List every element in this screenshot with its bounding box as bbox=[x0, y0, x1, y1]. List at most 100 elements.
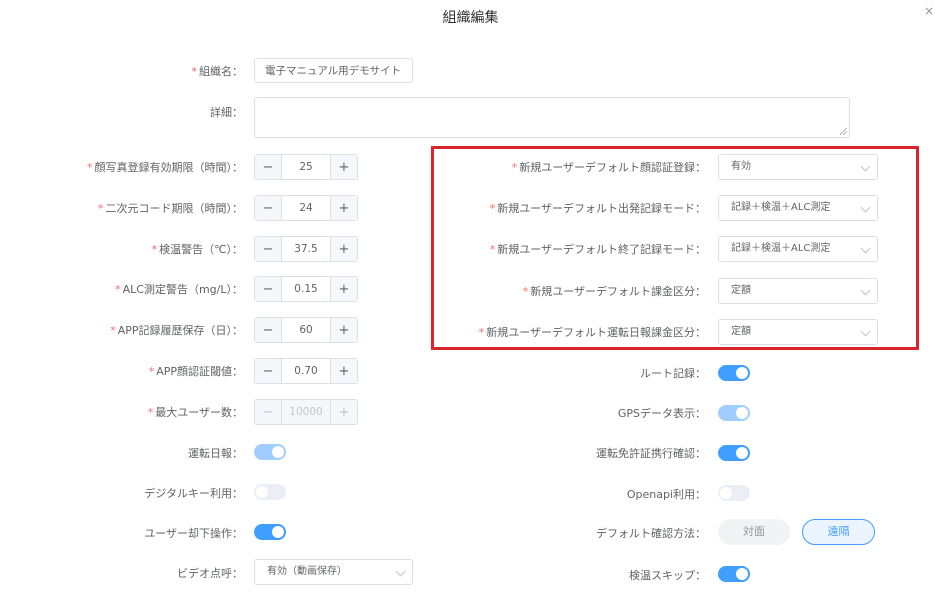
decrement-button[interactable]: − bbox=[255, 237, 282, 261]
stepper-value[interactable]: 24 bbox=[282, 196, 330, 220]
user-reject-label: ユーザー却下操作： bbox=[144, 527, 243, 540]
increment-button[interactable]: + bbox=[330, 155, 357, 179]
confirm-method-option-in-person[interactable]: 対面 bbox=[718, 519, 790, 545]
openapi-label: Openapi利用： bbox=[626, 488, 706, 501]
toggle-knob bbox=[736, 447, 748, 459]
openapi-toggle bbox=[718, 485, 750, 501]
required-mark: * bbox=[98, 202, 104, 215]
app-record-retention-stepper[interactable]: − 60 + bbox=[254, 317, 358, 343]
confirm-method-option-remote[interactable]: 遠隔 bbox=[802, 519, 875, 545]
increment-button[interactable]: + bbox=[330, 359, 357, 383]
max-users-label-text: 最大ユーザー数： bbox=[155, 406, 243, 419]
select-value: 記録＋検温＋ALC測定 bbox=[731, 243, 831, 254]
video-call-select[interactable]: 有効（動画保存） bbox=[254, 559, 413, 585]
temp-warning-label-text: 検温警告（℃）： bbox=[159, 243, 243, 256]
decrement-button[interactable]: − bbox=[255, 277, 282, 301]
required-mark: * bbox=[522, 285, 529, 298]
toggle-knob bbox=[720, 487, 732, 499]
increment-button[interactable]: + bbox=[330, 196, 357, 220]
dialog-title: 組織編集 bbox=[442, 10, 499, 26]
toggle-knob bbox=[272, 526, 284, 538]
default-face-auth-label-text: 新規ユーザーデフォルト顔認証登録： bbox=[519, 161, 706, 174]
toggle-knob bbox=[736, 568, 748, 580]
chevron-down-icon bbox=[860, 285, 871, 296]
stepper-value[interactable]: 25 bbox=[282, 155, 330, 179]
default-end-mode-label: * 新規ユーザーデフォルト終了記録モード： bbox=[490, 241, 706, 257]
decrement-button[interactable]: − bbox=[255, 155, 282, 179]
default-report-billing-label-text: 新規ユーザーデフォルト運転日報課金区分： bbox=[486, 326, 706, 339]
stepper-value[interactable]: 0.70 bbox=[282, 359, 330, 383]
select-value: 有効（動画保存） bbox=[267, 566, 347, 577]
details-label: 詳細： bbox=[210, 104, 243, 120]
required-mark: * bbox=[147, 406, 154, 419]
default-face-auth-select[interactable]: 有効 bbox=[718, 154, 878, 180]
required-mark: * bbox=[191, 65, 198, 78]
chevron-down-icon bbox=[860, 326, 871, 337]
max-users-stepper: − 10000 + bbox=[254, 399, 358, 425]
default-departure-mode-label: * 新規ユーザーデフォルト出発記録モード： bbox=[490, 200, 706, 216]
alc-warning-stepper[interactable]: − 0.15 + bbox=[254, 276, 358, 302]
chevron-down-icon bbox=[860, 161, 871, 172]
org-name-input[interactable]: 電子マニュアル用デモサイト bbox=[254, 58, 413, 83]
digital-key-toggle bbox=[254, 484, 286, 500]
increment-button: + bbox=[330, 400, 357, 424]
qr-expiry-label: * 二次元コード期限（時間）： bbox=[98, 200, 243, 216]
driving-report-toggle bbox=[254, 444, 286, 460]
app-face-threshold-stepper[interactable]: − 0.70 + bbox=[254, 358, 358, 384]
temp-skip-label: 検温スキップ： bbox=[629, 569, 706, 582]
stepper-value[interactable]: 37.5 bbox=[282, 237, 330, 261]
chevron-down-icon bbox=[860, 202, 871, 213]
gps-display-label: GPSデータ表示： bbox=[617, 407, 706, 420]
face-photo-expiry-label: * 顔写真登録有効期限（時間）： bbox=[87, 159, 243, 175]
org-name-label-text: 組織名： bbox=[199, 65, 243, 78]
video-call-label: ビデオ点呼： bbox=[177, 567, 243, 580]
decrement-button: − bbox=[255, 400, 282, 424]
alc-warning-label-text: ALC測定警告（mg/L）： bbox=[122, 283, 243, 296]
decrement-button[interactable]: − bbox=[255, 318, 282, 342]
temp-skip-toggle[interactable] bbox=[718, 566, 750, 582]
default-end-mode-select[interactable]: 記録＋検温＋ALC測定 bbox=[718, 236, 878, 262]
stepper-value: 10000 bbox=[289, 406, 323, 418]
max-users-label: * 最大ユーザー数： bbox=[148, 404, 243, 420]
default-report-billing-select[interactable]: 定額 bbox=[718, 319, 878, 345]
decrement-button[interactable]: − bbox=[255, 196, 282, 220]
select-value: 記録＋検温＋ALC測定 bbox=[731, 202, 831, 213]
close-icon[interactable]: × bbox=[924, 4, 934, 18]
toggle-knob bbox=[256, 486, 268, 498]
route-record-toggle[interactable] bbox=[718, 365, 750, 381]
user-reject-toggle[interactable] bbox=[254, 524, 286, 540]
gps-display-toggle bbox=[718, 405, 750, 421]
app-record-retention-label-text: APP記録履歴保存（日）： bbox=[117, 324, 243, 337]
chevron-down-icon bbox=[395, 566, 406, 577]
route-record-label: ルート記録： bbox=[640, 367, 706, 380]
select-value: 有効 bbox=[731, 161, 751, 172]
stepper-value[interactable]: 0.15 bbox=[282, 277, 330, 301]
face-photo-expiry-stepper[interactable]: − 25 + bbox=[254, 154, 358, 180]
stepper-value[interactable]: 60 bbox=[282, 318, 330, 342]
required-mark: * bbox=[148, 365, 155, 378]
org-name-label: * 組織名： bbox=[192, 63, 244, 79]
decrement-button[interactable]: − bbox=[255, 359, 282, 383]
toggle-knob bbox=[272, 446, 284, 458]
required-mark: * bbox=[489, 202, 496, 215]
resize-handle-icon[interactable] bbox=[840, 128, 847, 135]
app-record-retention-label: * APP記録履歴保存（日）： bbox=[110, 322, 243, 338]
chevron-down-icon bbox=[860, 243, 871, 254]
details-textarea[interactable] bbox=[254, 97, 850, 138]
increment-button[interactable]: + bbox=[330, 277, 357, 301]
select-value: 定額 bbox=[731, 326, 751, 337]
required-mark: * bbox=[151, 243, 158, 256]
default-billing-select[interactable]: 定額 bbox=[718, 278, 878, 304]
default-departure-mode-select[interactable]: 記録＋検温＋ALC測定 bbox=[718, 195, 878, 221]
default-end-mode-label-text: 新規ユーザーデフォルト終了記録モード： bbox=[497, 243, 706, 256]
license-check-toggle[interactable] bbox=[718, 445, 750, 461]
digital-key-label: デジタルキー利用： bbox=[144, 487, 243, 500]
temp-warning-stepper[interactable]: − 37.5 + bbox=[254, 236, 358, 262]
alc-warning-label: * ALC測定警告（mg/L）： bbox=[115, 281, 243, 297]
default-report-billing-label: * 新規ユーザーデフォルト運転日報課金区分： bbox=[479, 324, 706, 340]
qr-expiry-stepper[interactable]: − 24 + bbox=[254, 195, 358, 221]
increment-button[interactable]: + bbox=[330, 318, 357, 342]
app-face-threshold-label-text: APP顔認証閾値： bbox=[156, 365, 243, 378]
increment-button[interactable]: + bbox=[330, 237, 357, 261]
default-billing-label: * 新規ユーザーデフォルト課金区分： bbox=[523, 283, 706, 299]
